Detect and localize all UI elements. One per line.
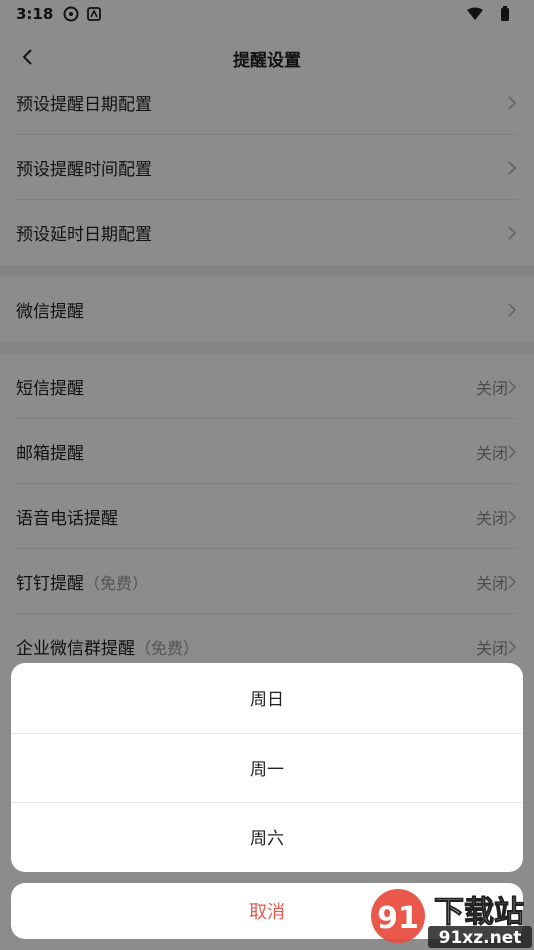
watermark-brand: 下载站 xyxy=(434,895,524,930)
watermark-text: 91xz.net xyxy=(439,928,522,948)
option-saturday[interactable]: 周六 xyxy=(11,802,523,872)
action-sheet: 周日 周一 周六 xyxy=(11,663,523,872)
option-sunday[interactable]: 周日 xyxy=(11,663,523,733)
option-monday[interactable]: 周一 xyxy=(11,732,523,803)
watermark-logo: 91 下载站 91xz.net xyxy=(360,888,534,950)
svg-text:91: 91 xyxy=(377,901,419,936)
